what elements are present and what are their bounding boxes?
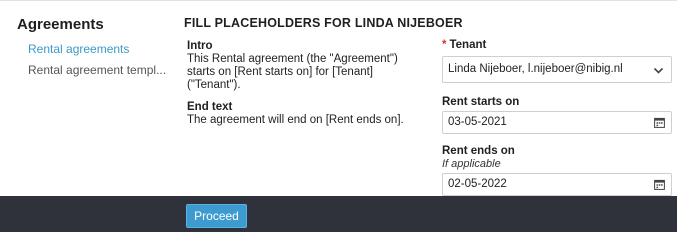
required-marker: * [442, 39, 447, 51]
tenant-select[interactable]: Linda Nijeboer, l.nijeboer@nibig.nl [442, 56, 672, 83]
chevron-down-icon[interactable] [653, 57, 664, 82]
rent-starts-group: Rent starts on 03-05-2021 [442, 96, 672, 134]
sidebar: Agreements Rental agreements Rental agre… [17, 16, 167, 77]
calendar-icon[interactable] [654, 117, 665, 128]
rent-starts-date-input[interactable]: 03-05-2021 [442, 111, 672, 134]
footer-bar: Proceed [0, 196, 677, 232]
intro-label: Intro [187, 40, 213, 52]
rent-ends-value: 02-05-2022 [448, 178, 507, 190]
calendar-icon[interactable] [654, 179, 665, 190]
rent-ends-label: Rent ends on [442, 145, 515, 157]
end-text: The agreement will end on [Rent ends on]… [187, 114, 404, 126]
proceed-button[interactable]: Proceed [186, 204, 247, 228]
rent-starts-label: Rent starts on [442, 96, 520, 108]
preview-text: Intro This Rental agreement (the "Agreem… [187, 40, 417, 127]
tenant-label: * Tenant [442, 39, 672, 51]
sidebar-title: Agreements [17, 16, 104, 33]
top-divider [0, 0, 677, 1]
rent-ends-group: Rent ends on If applicable 02-05-2022 [442, 145, 672, 196]
page-title: FILL PLACEHOLDERS FOR LINDA NIJEBOER [184, 16, 463, 30]
sidebar-item-rental-agreements[interactable]: Rental agreements [28, 42, 167, 56]
rent-ends-date-input[interactable]: 02-05-2022 [442, 173, 672, 196]
intro-text: This Rental agreement (the "Agreement") … [187, 53, 398, 91]
sidebar-item-rental-agreement-templates[interactable]: Rental agreement templ... [28, 63, 168, 77]
rent-starts-value: 03-05-2021 [448, 116, 507, 128]
rent-ends-hint: If applicable [442, 158, 501, 170]
end-text-label: End text [187, 101, 233, 113]
page: Agreements Rental agreements Rental agre… [0, 0, 677, 232]
placeholder-form: * Tenant Linda Nijeboer, l.nijeboer@nibig… [442, 39, 672, 196]
tenant-label-text: Tenant [449, 39, 487, 51]
tenant-select-value: Linda Nijeboer, l.nijeboer@nibig.nl [448, 63, 623, 75]
